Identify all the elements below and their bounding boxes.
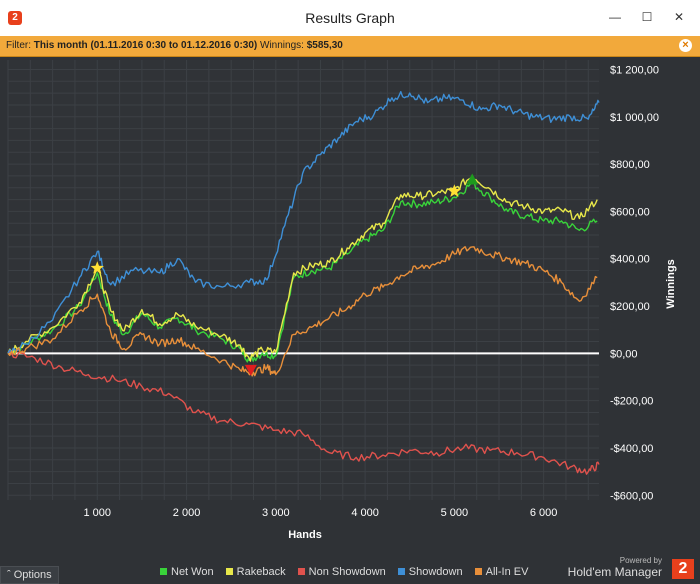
footer-bar: ˆ Options Net Won Rakeback Non Showdown …	[0, 556, 700, 584]
filter-label: Filter:	[6, 40, 31, 51]
filter-period: This month (01.11.2016 0:30 to 01.12.201…	[33, 40, 258, 51]
maximize-icon[interactable]: ☐	[636, 6, 658, 28]
minimize-icon[interactable]: —	[604, 6, 626, 28]
legend-label: Net Won	[171, 566, 214, 578]
legend-swatch	[397, 568, 405, 575]
results-graph: -$600,00 -$400,00 -$200,00 $0,00 $200,00 $400…	[0, 56, 700, 556]
x-axis-label: Hands	[288, 529, 322, 541]
legend-swatch	[297, 568, 305, 575]
legend-item-showdown[interactable]: Showdown	[397, 566, 463, 578]
caret-up-icon: ˆ	[7, 569, 11, 581]
options-button[interactable]: ˆ Options	[0, 566, 59, 584]
x-tick-label: 2 000	[173, 507, 201, 519]
legend-label: Non Showdown	[308, 566, 386, 578]
x-tick-label: 6 000	[530, 507, 558, 519]
filter-close-icon[interactable]: ×	[679, 39, 692, 52]
legend-item-rakeback[interactable]: Rakeback	[225, 566, 286, 578]
legend-item-all-in-ev[interactable]: All-In EV	[474, 566, 529, 578]
y-tick-label: $800,00	[610, 159, 650, 171]
y-tick-label: $0,00	[610, 348, 638, 360]
winnings-label: Winnings:	[260, 40, 304, 51]
results-chart: -$600,00 -$400,00 -$200,00 $0,00 $200,00 $400…	[7, 60, 677, 541]
brand-name: Hold'em Manager	[567, 565, 662, 579]
legend-label: Rakeback	[236, 566, 286, 578]
filter-text: Filter: This month (01.11.2016 0:30 to 0…	[6, 36, 343, 56]
y-tick-label: -$200,00	[610, 396, 653, 408]
x-tick-label: 3 000	[262, 507, 290, 519]
legend-swatch	[160, 568, 167, 575]
winnings-value: $585,30	[306, 40, 343, 51]
y-tick-label: $200,00	[610, 301, 650, 313]
y-tick-label: $1 200,00	[610, 64, 659, 76]
x-tick-label: 4 000	[351, 507, 379, 519]
y-tick-label: $400,00	[610, 254, 650, 266]
y-tick-label: $600,00	[610, 206, 650, 218]
powered-by-text: Powered by	[619, 556, 662, 565]
y-axis-ticks: -$600,00 -$400,00 -$200,00 $0,00 $200,00 $400…	[610, 64, 659, 502]
chart-legend: Net Won Rakeback Non Showdown Showdown A…	[160, 566, 537, 578]
legend-swatch	[225, 568, 233, 575]
legend-item-non-showdown[interactable]: Non Showdown	[297, 566, 386, 578]
legend-item-net-won[interactable]: Net Won	[160, 566, 214, 578]
window-title: Results Graph	[305, 10, 395, 26]
filter-bar: Filter: This month (01.11.2016 0:30 to 0…	[0, 36, 700, 57]
close-icon[interactable]: ✕	[668, 6, 690, 28]
y-tick-label: $1 000,00	[610, 112, 659, 124]
title-bar: 2 Results Graph — ☐ ✕	[0, 0, 700, 36]
y-tick-label: -$400,00	[610, 443, 653, 455]
y-axis-label: Winnings	[665, 259, 677, 308]
options-label: Options	[13, 569, 52, 581]
x-tick-label: 1 000	[84, 507, 112, 519]
legend-label: Showdown	[408, 566, 463, 578]
powered-by: Powered by Hold'em Manager	[568, 556, 662, 579]
y-tick-label: -$600,00	[610, 490, 653, 502]
hm-logo-icon: 2	[672, 559, 694, 579]
legend-label: All-In EV	[485, 566, 529, 578]
x-axis-ticks: 1 000 2 000 3 000 4 000 5 000 6 000	[84, 507, 558, 519]
legend-swatch	[474, 568, 482, 575]
x-tick-label: 5 000	[441, 507, 469, 519]
